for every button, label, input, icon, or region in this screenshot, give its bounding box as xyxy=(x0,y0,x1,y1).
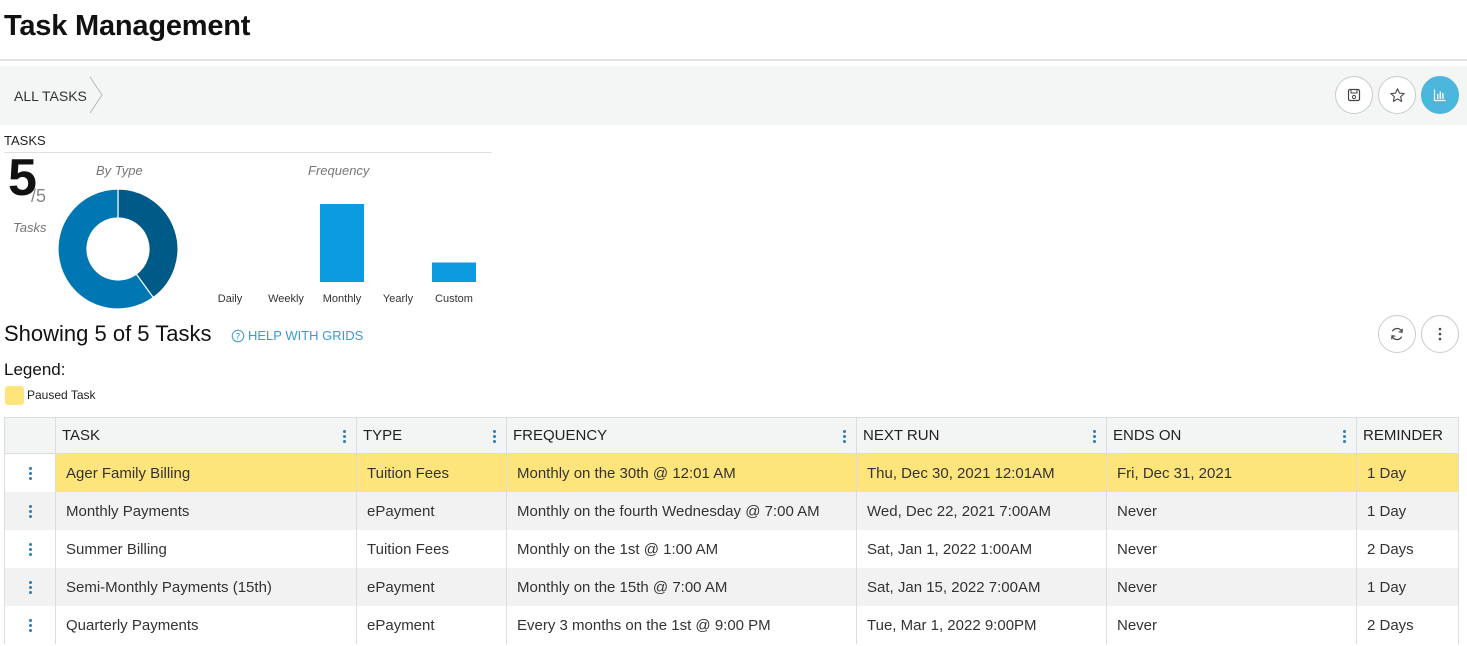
cell-next-run: Thu, Dec 30, 2021 12:01AM xyxy=(857,454,1107,492)
cell-frequency: Monthly on the 1st @ 1:00 AM xyxy=(507,530,857,568)
table-row[interactable]: Quarterly Payments ePayment Every 3 mont… xyxy=(5,606,1458,644)
row-actions-button[interactable] xyxy=(5,568,56,606)
tasks-grid: TASK TYPE FREQUENCY NEXT RUN ENDS ON REM… xyxy=(4,417,1459,644)
more-options-button[interactable] xyxy=(1421,315,1459,353)
column-header-next-run[interactable]: NEXT RUN xyxy=(857,418,1107,453)
column-header-type[interactable]: TYPE xyxy=(357,418,507,453)
by-type-chart-title: By Type xyxy=(96,163,143,178)
paused-legend-text: Paused Task xyxy=(27,388,96,402)
cell-reminder: 1 Day xyxy=(1367,502,1407,520)
paused-legend-swatch xyxy=(5,386,24,405)
table-row[interactable]: Summer Billing Tuition Fees Monthly on t… xyxy=(5,530,1458,568)
table-row[interactable]: Monthly Payments ePayment Monthly on the… xyxy=(5,492,1458,530)
more-vertical-icon xyxy=(28,466,32,480)
more-vertical-icon xyxy=(1438,327,1442,341)
showing-count: Showing 5 of 5 Tasks xyxy=(4,321,212,346)
row-actions-button[interactable] xyxy=(5,530,56,568)
cell-task: Quarterly Payments xyxy=(56,606,357,644)
tick-label-monthly: Monthly xyxy=(323,293,362,305)
breadcrumb-all-tasks[interactable]: ALL TASKS xyxy=(14,88,87,104)
favorite-button[interactable] xyxy=(1378,76,1416,114)
column-header-frequency[interactable]: FREQUENCY xyxy=(507,418,857,453)
row-actions-button[interactable] xyxy=(5,454,56,492)
cell-task: Ager Family Billing xyxy=(56,454,357,492)
cell-reminder: 1 Day xyxy=(1367,578,1407,596)
row-actions-button[interactable] xyxy=(5,606,56,644)
tick-label-custom: Custom xyxy=(435,293,473,305)
cell-reminder: 2 Days xyxy=(1367,616,1414,634)
legend-label: Legend: xyxy=(4,360,66,379)
cell-reminder: 1 Day xyxy=(1367,464,1407,482)
row-actions-button[interactable] xyxy=(5,492,56,530)
cell-type: ePayment xyxy=(357,492,507,530)
tick-label-daily: Daily xyxy=(218,293,243,305)
title-divider xyxy=(0,59,1467,61)
cell-reminder: 2 Days xyxy=(1367,540,1414,558)
task-total: /5 xyxy=(31,186,47,206)
help-with-grids-label: HELP WITH GRIDS xyxy=(248,328,364,343)
column-menu-icon[interactable] xyxy=(843,430,846,443)
tick-label-yearly: Yearly xyxy=(383,293,414,305)
frequency-chart-title: Frequency xyxy=(308,163,370,178)
cell-type: ePayment xyxy=(357,606,507,644)
table-row[interactable]: Ager Family Billing Tuition Fees Monthly… xyxy=(5,454,1458,492)
star-icon xyxy=(1389,87,1405,102)
column-menu-icon[interactable] xyxy=(1093,430,1096,443)
cell-frequency: Monthly on the 15th @ 7:00 AM xyxy=(507,568,857,606)
more-vertical-icon xyxy=(28,580,32,594)
page-title: Task Management xyxy=(4,10,251,42)
table-row[interactable]: Semi-Monthly Payments (15th) ePayment Mo… xyxy=(5,568,1458,606)
cell-type: Tuition Fees xyxy=(357,454,507,492)
save-view-button[interactable] xyxy=(1335,76,1373,114)
grid-header-row: TASK TYPE FREQUENCY NEXT RUN ENDS ON REM… xyxy=(5,418,1458,454)
cell-type: Tuition Fees xyxy=(357,530,507,568)
by-type-donut-chart xyxy=(57,188,179,310)
toolbar: ALL TASKS xyxy=(0,66,1467,125)
breadcrumb-chevron-icon xyxy=(89,76,103,114)
refresh-icon xyxy=(1391,327,1403,341)
more-vertical-icon xyxy=(28,504,32,518)
cell-next-run: Sat, Jan 15, 2022 7:00AM xyxy=(857,568,1107,606)
cell-ends-on: Never xyxy=(1107,492,1357,530)
task-count-unit: Tasks xyxy=(13,220,47,235)
more-vertical-icon xyxy=(28,618,32,632)
cell-next-run: Tue, Mar 1, 2022 9:00PM xyxy=(857,606,1107,644)
column-header-task[interactable]: TASK xyxy=(56,418,357,453)
help-with-grids-link[interactable]: ? HELP WITH GRIDS xyxy=(231,328,363,343)
cell-type: ePayment xyxy=(357,568,507,606)
cell-ends-on: Never xyxy=(1107,568,1357,606)
cell-frequency: Monthly on the 30th @ 12:01 AM xyxy=(507,454,857,492)
help-circle-icon: ? xyxy=(231,329,245,342)
cell-frequency: Every 3 months on the 1st @ 9:00 PM xyxy=(507,606,857,644)
cell-next-run: Wed, Dec 22, 2021 7:00AM xyxy=(857,492,1107,530)
bar-chart-icon xyxy=(1433,89,1446,102)
refresh-button[interactable] xyxy=(1378,315,1416,353)
cell-next-run: Sat, Jan 1, 2022 1:00AM xyxy=(857,530,1107,568)
cell-task: Monthly Payments xyxy=(56,492,357,530)
grid-header-actions xyxy=(5,418,56,453)
cell-frequency: Monthly on the fourth Wednesday @ 7:00 A… xyxy=(507,492,857,530)
cell-ends-on: Never xyxy=(1107,606,1357,644)
cell-ends-on: Fri, Dec 31, 2021 xyxy=(1107,454,1357,492)
bar-custom xyxy=(432,262,476,282)
tasks-section-label: TASKS xyxy=(4,133,46,148)
toggle-charts-button[interactable] xyxy=(1421,76,1459,114)
column-header-reminder[interactable]: REMINDER xyxy=(1357,418,1458,453)
tick-label-weekly: Weekly xyxy=(268,293,304,305)
frequency-bar-chart: Daily Weekly Monthly Yearly Custom xyxy=(218,204,476,305)
column-menu-icon[interactable] xyxy=(493,430,496,443)
save-icon xyxy=(1347,88,1361,102)
column-menu-icon[interactable] xyxy=(1343,430,1346,443)
column-menu-icon[interactable] xyxy=(343,430,346,443)
cell-task: Semi-Monthly Payments (15th) xyxy=(56,568,357,606)
column-header-ends-on[interactable]: ENDS ON xyxy=(1107,418,1357,453)
cell-ends-on: Never xyxy=(1107,530,1357,568)
cell-task: Summer Billing xyxy=(56,530,357,568)
svg-text:?: ? xyxy=(236,332,241,342)
bar-monthly xyxy=(320,204,364,282)
more-vertical-icon xyxy=(28,542,32,556)
tasks-divider xyxy=(4,152,492,153)
